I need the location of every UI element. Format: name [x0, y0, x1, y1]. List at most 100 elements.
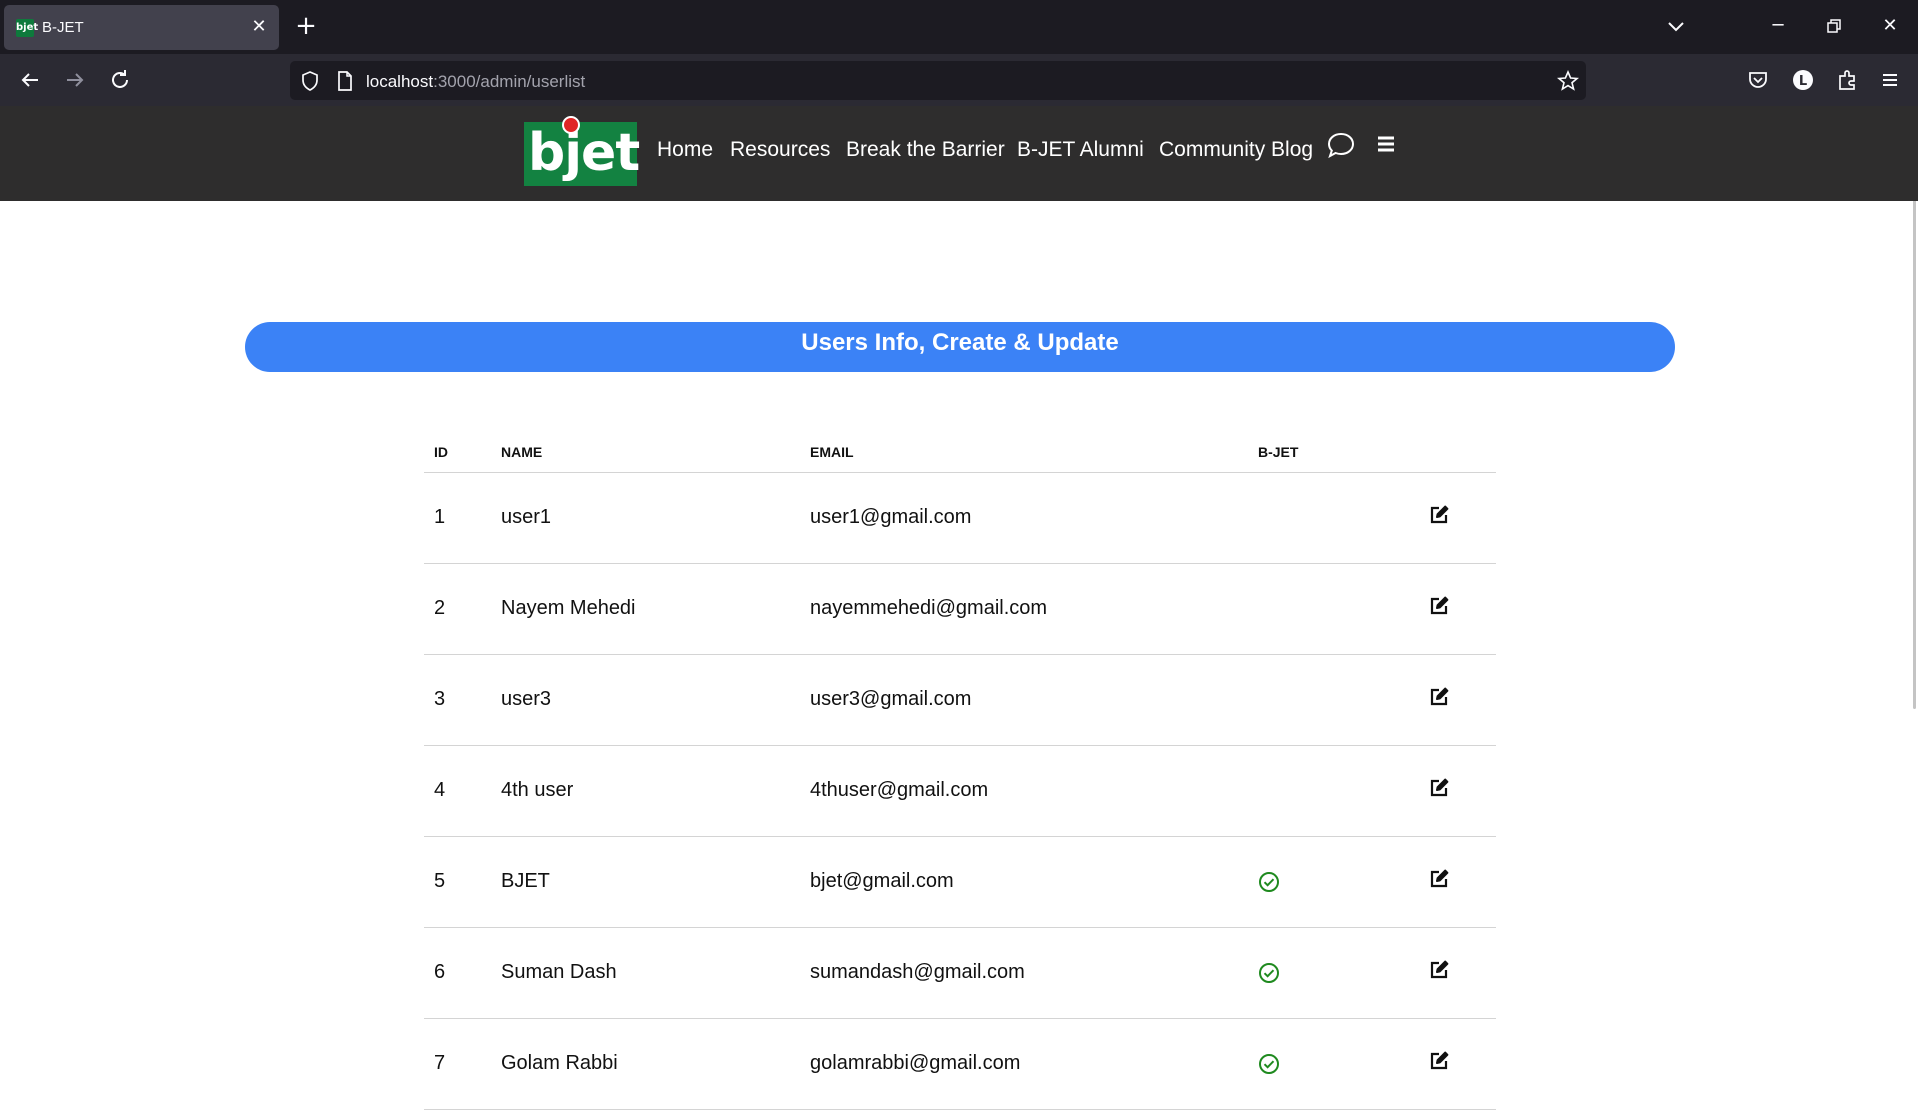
nav-community-blog[interactable]: Community Blog	[1159, 138, 1313, 162]
cell-bjet	[1258, 654, 1428, 746]
cell-bjet	[1258, 472, 1428, 564]
shield-icon[interactable]	[298, 69, 322, 93]
cell-name: Nayem Mehedi	[501, 563, 810, 655]
page-scrollbar[interactable]	[1913, 124, 1916, 709]
svg-text:L: L	[1799, 74, 1807, 89]
edit-icon[interactable]	[1428, 504, 1450, 526]
logo-text: bjet	[528, 123, 640, 183]
site-menu-icon[interactable]	[1374, 132, 1398, 156]
page-title: Users Info, Create & Update	[801, 329, 1119, 356]
cell-id: 5	[424, 836, 501, 928]
cell-email: user1@gmail.com	[810, 472, 1258, 564]
minimize-button[interactable]: ─	[1766, 14, 1790, 38]
table-row: 4 4th user 4thuser@gmail.com	[424, 745, 1496, 837]
favicon-icon: bjet	[16, 19, 38, 37]
header-edit	[1428, 432, 1496, 473]
pocket-icon	[1749, 72, 1767, 88]
list-all-tabs-button[interactable]	[1664, 14, 1688, 38]
check-circle-icon	[1258, 962, 1428, 984]
cell-edit	[1428, 836, 1496, 928]
bjet-logo[interactable]: bjet	[524, 116, 640, 186]
cell-id: 4	[424, 745, 501, 837]
edit-icon[interactable]	[1428, 868, 1450, 890]
edit-icon[interactable]	[1428, 959, 1450, 981]
address-bar[interactable]: localhost:3000/admin/userlist	[290, 61, 1586, 100]
cell-name: user3	[501, 654, 810, 746]
cell-email: nayemmehedi@gmail.com	[810, 563, 1258, 655]
cell-name: Golam Rabbi	[501, 1018, 810, 1110]
nav-break-the-barrier[interactable]: Break the Barrier	[846, 138, 1005, 162]
check-circle-icon	[1258, 1053, 1428, 1075]
chat-icon[interactable]	[1326, 130, 1356, 160]
close-tab-icon[interactable]: ✕	[248, 15, 270, 37]
edit-icon[interactable]	[1428, 777, 1450, 799]
pocket-button[interactable]	[1744, 66, 1772, 94]
header-id: ID	[424, 432, 501, 473]
browser-tab[interactable]: bjet B-JET ✕	[4, 5, 279, 50]
table-row: 7 Golam Rabbi golamrabbi@gmail.com	[424, 1018, 1496, 1110]
header-name: NAME	[501, 432, 810, 473]
puzzle-icon	[1839, 70, 1855, 90]
cell-edit	[1428, 1018, 1496, 1110]
url-host: localhost	[366, 72, 434, 91]
cell-bjet	[1258, 1018, 1428, 1110]
account-avatar-icon: L	[1793, 70, 1813, 90]
cell-id: 7	[424, 1018, 501, 1110]
table-row: 2 Nayem Mehedi nayemmehedi@gmail.com	[424, 563, 1496, 655]
cell-email: user3@gmail.com	[810, 654, 1258, 746]
chevron-down-icon	[1668, 22, 1684, 32]
app-menu-button[interactable]	[1876, 66, 1904, 94]
users-table: ID NAME EMAIL B-JET 1 user1 user1@gmail.co…	[424, 432, 1496, 1110]
hamburger-icon	[1883, 74, 1897, 86]
restore-icon	[1827, 19, 1841, 33]
arrow-left-icon	[21, 73, 38, 87]
cell-name: Suman Dash	[501, 927, 810, 1019]
cell-edit	[1428, 472, 1496, 564]
table-row: 5 BJET bjet@gmail.com	[424, 836, 1496, 928]
check-circle-icon	[1258, 871, 1428, 893]
edit-icon[interactable]	[1428, 595, 1450, 617]
cell-bjet	[1258, 563, 1428, 655]
nav-bjet-alumni[interactable]: B-JET Alumni	[1017, 138, 1144, 162]
bookmark-star-icon[interactable]	[1556, 69, 1580, 93]
arrow-right-icon	[67, 73, 84, 87]
table-row: 3 user3 user3@gmail.com	[424, 654, 1496, 746]
table-row: 1 user1 user1@gmail.com	[424, 472, 1496, 564]
cell-id: 2	[424, 563, 501, 655]
reload-button[interactable]	[106, 66, 134, 94]
close-window-button[interactable]: ✕	[1878, 14, 1902, 38]
back-button[interactable]	[16, 66, 44, 94]
forward-button[interactable]	[61, 66, 89, 94]
cell-bjet	[1258, 745, 1428, 837]
browser-tab-bar: bjet B-JET ✕ + ─ ✕	[0, 0, 1918, 54]
cell-email: sumandash@gmail.com	[810, 927, 1258, 1019]
cell-edit	[1428, 927, 1496, 1019]
account-button[interactable]: L	[1789, 66, 1817, 94]
page-icon[interactable]	[334, 69, 356, 93]
cell-email: golamrabbi@gmail.com	[810, 1018, 1258, 1110]
cell-name: BJET	[501, 836, 810, 928]
nav-resources[interactable]: Resources	[730, 138, 830, 162]
edit-icon[interactable]	[1428, 686, 1450, 708]
nav-home[interactable]: Home	[657, 138, 713, 162]
site-header: bjet Home Resources Break the Barrier B-…	[0, 106, 1918, 201]
browser-nav-bar: localhost:3000/admin/userlist L	[0, 54, 1918, 106]
cell-bjet	[1258, 836, 1428, 928]
tab-title: B-JET	[42, 19, 84, 36]
url-path: :3000/admin/userlist	[433, 72, 586, 91]
cell-email: bjet@gmail.com	[810, 836, 1258, 928]
new-tab-button[interactable]: +	[293, 13, 319, 39]
cell-name: user1	[501, 472, 810, 564]
url-text[interactable]: localhost:3000/admin/userlist	[366, 72, 585, 92]
cell-edit	[1428, 745, 1496, 837]
logo-red-dot	[562, 116, 580, 134]
extensions-button[interactable]	[1834, 66, 1862, 94]
cell-id: 6	[424, 927, 501, 1019]
cell-bjet	[1258, 927, 1428, 1019]
edit-icon[interactable]	[1428, 1050, 1450, 1072]
cell-id: 1	[424, 472, 501, 564]
header-email: EMAIL	[810, 432, 1258, 473]
restore-button[interactable]	[1822, 14, 1846, 38]
reload-icon	[112, 70, 128, 88]
header-bjet: B-JET	[1258, 432, 1428, 473]
